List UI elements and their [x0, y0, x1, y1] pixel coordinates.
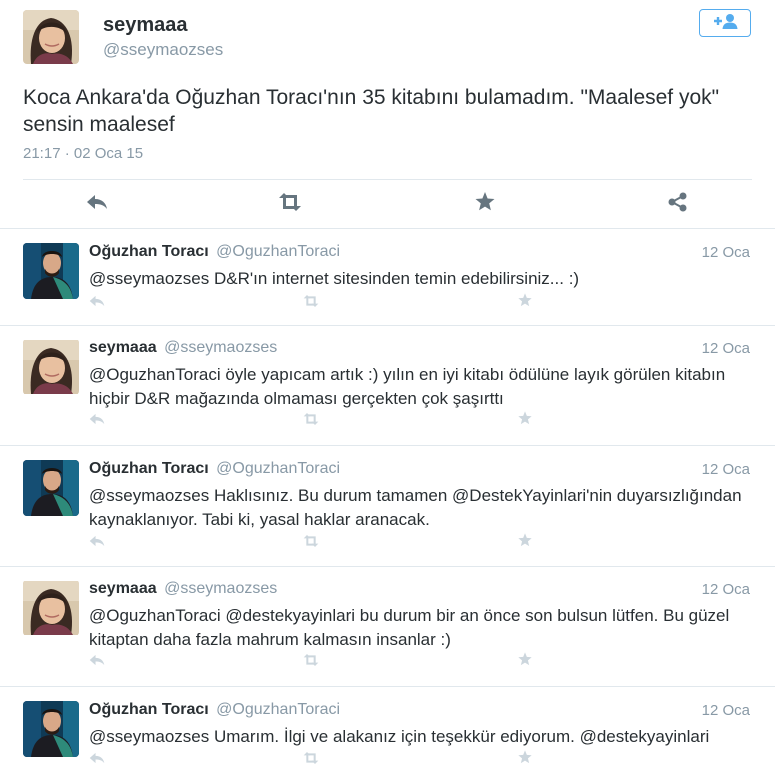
favorite-button[interactable]: [516, 749, 534, 769]
reply-header: seymaaa @sseymaozses: [89, 339, 277, 357]
reply-tweet[interactable]: Oğuzhan Toracı @OguzhanToraci 12 Oca @ss…: [0, 701, 775, 778]
favorite-button[interactable]: [516, 532, 534, 552]
retweet-button[interactable]: [302, 751, 320, 769]
reply-button[interactable]: [88, 294, 106, 312]
retweet-button[interactable]: [302, 294, 320, 312]
reply-text: @OguzhanToraci @destekyayinlari bu durum…: [89, 606, 730, 649]
retweet-icon: [302, 534, 320, 552]
reply-author-name[interactable]: Oğuzhan Toracı: [89, 460, 209, 477]
reply-author-handle[interactable]: @sseymaozses: [164, 580, 277, 597]
reply-text: @OguzhanToraci öyle yapıcam artık :) yıl…: [89, 365, 726, 408]
favorite-icon: [518, 292, 532, 312]
share-icon: [668, 192, 688, 217]
retweet-button[interactable]: [277, 192, 303, 216]
reply-author-handle[interactable]: @OguzhanToraci: [216, 243, 340, 260]
avatar-oguzhan-toraci[interactable]: [23, 460, 79, 516]
reply-icon: [89, 751, 105, 769]
avatar-oguzhan-toraci[interactable]: [23, 243, 79, 299]
reply-date[interactable]: 12 Oca: [702, 461, 750, 478]
reply-author-handle[interactable]: @OguzhanToraci: [216, 460, 340, 477]
reply-icon: [89, 534, 105, 552]
favorite-button[interactable]: [473, 192, 497, 216]
reply-button[interactable]: [85, 194, 109, 214]
tweet-text: Koca Ankara'da Oğuzhan Toracı'nın 35 kit…: [23, 86, 720, 136]
favorite-button[interactable]: [516, 292, 534, 312]
reply-text: @sseymaozses Haklısınız. Bu durum tamame…: [89, 486, 742, 529]
reply-text: @sseymaozses D&R'ın internet sitesinden …: [89, 269, 580, 288]
divider: [0, 566, 775, 567]
reply-date[interactable]: 12 Oca: [702, 581, 750, 598]
favorite-button[interactable]: [516, 651, 534, 671]
favorite-icon: [475, 192, 495, 216]
share-button[interactable]: [666, 192, 690, 217]
author-name[interactable]: seymaaa: [103, 14, 188, 37]
reply-header: Oğuzhan Toracı @OguzhanToraci: [89, 243, 340, 261]
retweet-icon: [302, 294, 320, 312]
reply-icon: [89, 412, 105, 430]
retweet-button[interactable]: [302, 412, 320, 430]
reply-tweet[interactable]: Oğuzhan Toracı @OguzhanToraci 12 Oca @ss…: [0, 243, 775, 327]
reply-author-name[interactable]: seymaaa: [89, 580, 157, 597]
avatar-oguzhan-toraci[interactable]: [23, 701, 79, 757]
divider: [0, 686, 775, 687]
reply-icon: [86, 194, 108, 215]
reply-date[interactable]: 12 Oca: [702, 244, 750, 261]
follow-icon: [712, 13, 738, 34]
tweet-timestamp[interactable]: 21:17 · 02 Oca 15: [23, 145, 143, 162]
reply-author-name[interactable]: Oğuzhan Toracı: [89, 243, 209, 260]
retweet-button[interactable]: [302, 534, 320, 552]
reply-author-handle[interactable]: @OguzhanToraci: [216, 701, 340, 718]
divider: [0, 325, 775, 326]
retweet-button[interactable]: [302, 653, 320, 671]
reply-icon: [89, 653, 105, 671]
reply-tweet[interactable]: seymaaa @sseymaozses 12 Oca @OguzhanTora…: [0, 580, 775, 686]
retweet-icon: [302, 653, 320, 671]
reply-header: seymaaa @sseymaozses: [89, 580, 277, 598]
avatar-seymaaa[interactable]: [23, 10, 79, 64]
main-tweet: seymaaa @sseymaozses Koca Ankara'da Oğuz…: [0, 0, 775, 228]
reply-text: @sseymaozses Umarım. İlgi ve alakanız iç…: [89, 727, 710, 746]
favorite-icon: [518, 532, 532, 552]
author-handle[interactable]: @sseymaozses: [103, 40, 223, 60]
reply-button[interactable]: [88, 653, 106, 671]
favorite-icon: [518, 410, 532, 430]
retweet-icon: [302, 412, 320, 430]
avatar-seymaaa[interactable]: [23, 580, 79, 636]
reply-button[interactable]: [88, 412, 106, 430]
reply-tweet[interactable]: Oğuzhan Toracı @OguzhanToraci 12 Oca @ss…: [0, 460, 775, 566]
reply-icon: [89, 294, 105, 312]
favorite-icon: [518, 651, 532, 671]
reply-date[interactable]: 12 Oca: [702, 702, 750, 719]
reply-author-handle[interactable]: @sseymaozses: [164, 339, 277, 356]
retweet-icon: [302, 751, 320, 769]
reply-button[interactable]: [88, 751, 106, 769]
reply-header: Oğuzhan Toracı @OguzhanToraci: [89, 460, 340, 478]
avatar-seymaaa[interactable]: [23, 339, 79, 395]
reply-date[interactable]: 12 Oca: [702, 340, 750, 357]
divider: [23, 179, 752, 180]
reply-author-name[interactable]: seymaaa: [89, 339, 157, 356]
reply-header: Oğuzhan Toracı @OguzhanToraci: [89, 701, 340, 719]
favorite-icon: [518, 749, 532, 769]
reply-author-name[interactable]: Oğuzhan Toracı: [89, 701, 209, 718]
reply-tweet[interactable]: seymaaa @sseymaozses 12 Oca @OguzhanTora…: [0, 339, 775, 445]
follow-button[interactable]: [699, 9, 751, 37]
divider: [0, 445, 775, 446]
favorite-button[interactable]: [516, 410, 534, 430]
divider: [0, 228, 775, 229]
retweet-icon: [277, 192, 303, 216]
reply-button[interactable]: [88, 534, 106, 552]
